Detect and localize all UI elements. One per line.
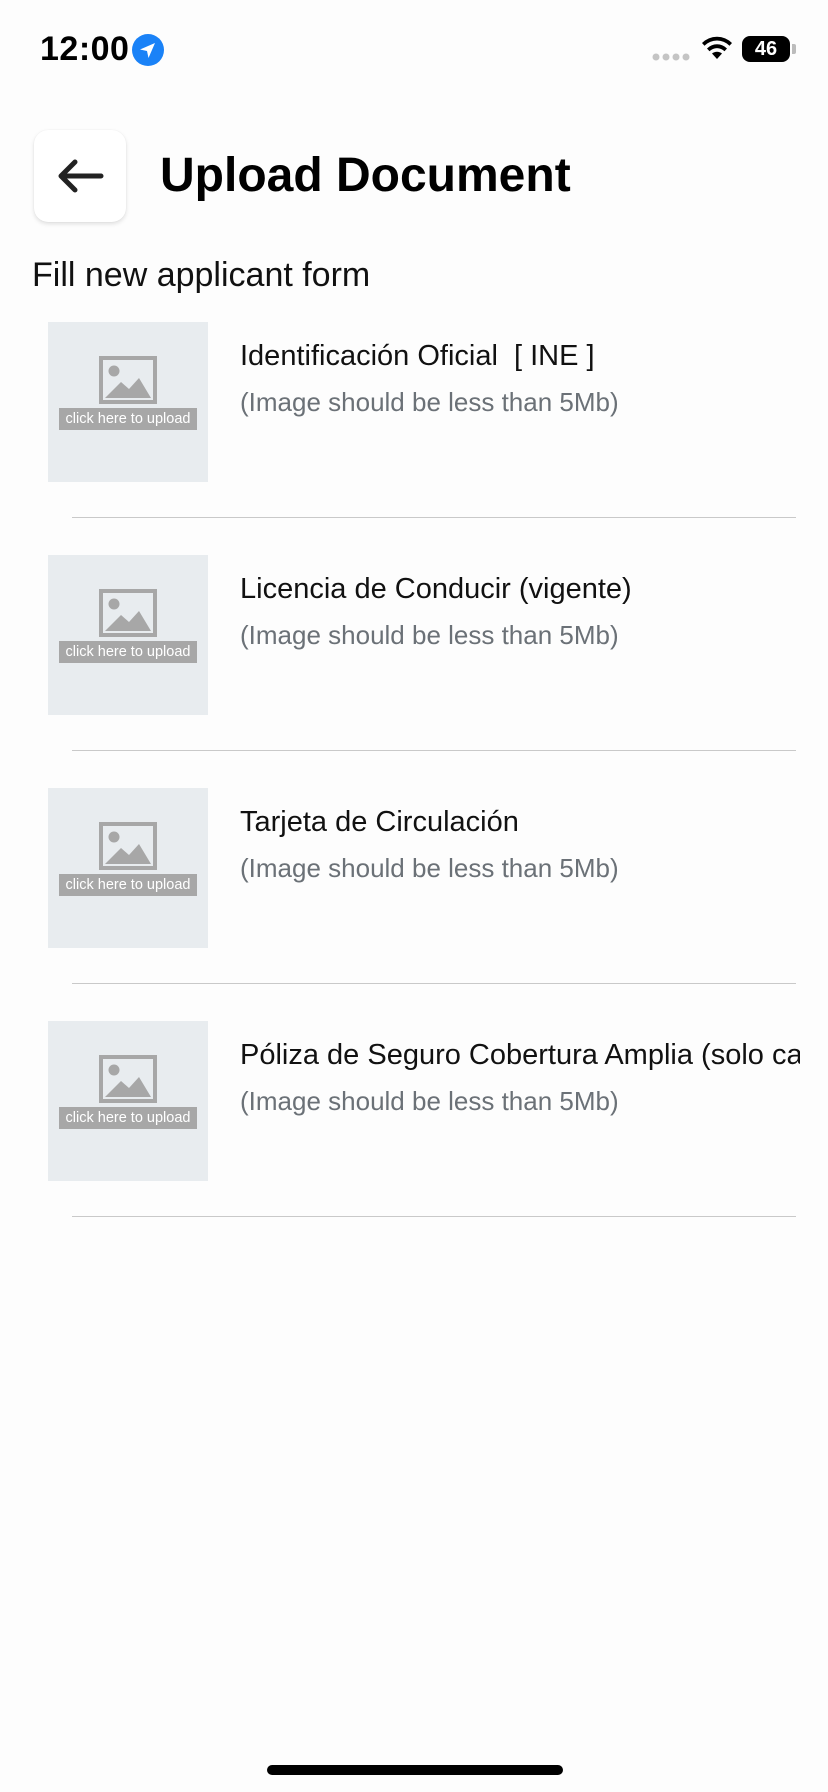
- document-size-note: (Image should be less than 5Mb): [240, 853, 619, 883]
- status-time: 12:00: [40, 30, 130, 68]
- battery-cap: [792, 44, 796, 54]
- upload-image-button[interactable]: click here to upload: [48, 322, 208, 482]
- upload-label: click here to upload: [59, 1107, 197, 1129]
- document-item-license: click here to upload Licencia de Conduci…: [0, 555, 828, 788]
- wifi-icon: [702, 36, 732, 59]
- upload-image-button[interactable]: click here to upload: [48, 555, 208, 715]
- upload-image-button[interactable]: click here to upload: [48, 1021, 208, 1181]
- home-indicator[interactable]: [267, 1765, 563, 1775]
- status-bar: 12:00 46: [0, 0, 828, 100]
- document-item-ine: click here to upload Identificación Ofic…: [0, 322, 828, 555]
- upload-label: click here to upload: [59, 408, 197, 430]
- battery-level: 46: [754, 38, 778, 60]
- image-placeholder-icon: [99, 356, 157, 404]
- upload-label: click here to upload: [59, 641, 197, 663]
- page-title: Upload Document: [160, 149, 571, 202]
- form-subtitle: Fill new applicant form: [32, 256, 371, 294]
- cellular-signal-icon: [652, 53, 690, 61]
- back-button[interactable]: [34, 130, 126, 222]
- upload-label: click here to upload: [59, 874, 197, 896]
- location-arrow-icon: [132, 34, 164, 66]
- document-title: Tarjeta de Circulación: [240, 806, 519, 838]
- image-placeholder-icon: [99, 1055, 157, 1103]
- document-size-note: (Image should be less than 5Mb): [240, 620, 619, 650]
- divider: [72, 1216, 796, 1217]
- upload-image-button[interactable]: click here to upload: [48, 788, 208, 948]
- document-title: Licencia de Conducir (vigente): [240, 573, 632, 605]
- document-item-insurance-policy: click here to upload Póliza de Seguro Co…: [0, 1021, 828, 1254]
- battery-indicator: 46: [742, 36, 790, 62]
- divider: [72, 750, 796, 751]
- document-title: Identificación Oficial [ INE ]: [240, 340, 595, 372]
- image-placeholder-icon: [99, 589, 157, 637]
- document-size-note: (Image should be less than 5Mb): [240, 1086, 619, 1116]
- document-title: Póliza de Seguro Cobertura Amplia (solo …: [240, 1039, 800, 1071]
- document-item-circulation-card: click here to upload Tarjeta de Circulac…: [0, 788, 828, 1021]
- image-placeholder-icon: [99, 822, 157, 870]
- document-size-note: (Image should be less than 5Mb): [240, 387, 619, 417]
- arrow-left-icon: [58, 159, 104, 193]
- divider: [72, 517, 796, 518]
- divider: [72, 983, 796, 984]
